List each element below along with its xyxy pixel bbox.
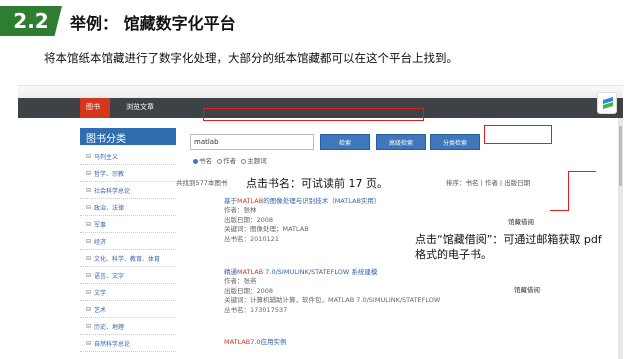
category-item[interactable]: ⊟ 经济	[80, 233, 176, 250]
library-borrow-link[interactable]: 馆藏借阅	[514, 284, 540, 294]
book-id: 丛书名：173017537	[224, 305, 288, 314]
bullet-icon: ⊟	[86, 186, 92, 194]
browser-top-strip	[18, 86, 623, 98]
bullet-icon: ⊟	[86, 288, 92, 296]
result-item: MATLAB7.0应用实例	[224, 337, 474, 347]
search-button[interactable]: 检索	[320, 134, 370, 150]
result-item: 精通MATLAB 7.0/SIMULINK/STATEFLOW 系统建模 作者：…	[224, 267, 474, 315]
section-number: 2.2	[0, 6, 62, 36]
highlight-box-title	[203, 108, 424, 121]
logo-icon	[597, 92, 617, 114]
nav-books[interactable]: 图书	[86, 102, 100, 112]
callout-title-preview: 点击书名：可试读前 17 页。	[246, 176, 388, 191]
bullet-icon: ⊟	[86, 237, 92, 245]
section-title: 举例： 馆藏数字化平台	[70, 14, 236, 33]
category-item[interactable]: ⊟ 文学	[80, 284, 176, 301]
bullet-icon: ⊟	[86, 322, 92, 330]
book-author: 作者：张燕	[224, 277, 257, 285]
category-item[interactable]: ⊟ 文化、科学、教育、体育	[80, 250, 176, 267]
intro-text: 将本馆纸本馆藏进行了数字化处理，大部分的纸本馆藏都可以在这个平台上找到。	[44, 51, 458, 65]
book-title-link[interactable]: MATLAB7.0应用实例	[224, 337, 474, 347]
bullet-icon: ⊟	[86, 271, 92, 279]
category-item[interactable]: ⊟ 艺术	[80, 301, 176, 318]
sort-bar[interactable]: 排序：书名 | 作者 | 出版日期	[446, 177, 530, 187]
bullet-icon: ⊟	[86, 254, 92, 262]
search-input[interactable]: matlab	[190, 134, 314, 150]
category-item[interactable]: ⊟ 政治、法律	[80, 199, 176, 216]
category-item[interactable]: ⊟ 语言、文字	[80, 267, 176, 284]
book-date: 出版日期：2008	[224, 286, 274, 295]
callout-borrow-email: 点击“馆藏借阅”：可通过邮箱获取 pdf 格式的电子书。	[415, 232, 610, 262]
bullet-icon: ⊟	[86, 220, 92, 228]
radio-author[interactable]	[217, 158, 223, 164]
slide: 2.2 举例： 馆藏数字化平台 将本馆纸本馆藏进行了数字化处理，大部分的纸本馆藏…	[0, 0, 640, 359]
highlight-box-borrow	[484, 125, 552, 144]
category-item[interactable]: ⊟ 马列主义	[80, 148, 176, 165]
category-item[interactable]: ⊟ 历史、地理	[80, 318, 176, 335]
advanced-search-button[interactable]: 高级检索	[376, 134, 426, 150]
bullet-icon: ⊟	[86, 305, 92, 313]
book-title-link[interactable]: 精通MATLAB 7.0/SIMULINK/STATEFLOW 系统建模	[224, 267, 474, 277]
category-item[interactable]: ⊟ 哲学、宗教	[80, 165, 176, 182]
category-item[interactable]: ⊟ 社会科学总论	[80, 182, 176, 199]
scrollbar-thumb[interactable]	[619, 126, 622, 186]
bullet-icon: ⊟	[86, 169, 92, 177]
bullet-icon: ⊟	[86, 203, 92, 211]
book-title-link[interactable]: 基于MATLAB的图像处理与识别技术（MATLAB实用）	[224, 196, 474, 206]
connector-line	[568, 171, 570, 211]
category-item[interactable]: ⊟ 军事	[80, 216, 176, 233]
book-date: 出版日期：2008	[224, 215, 274, 224]
nav-browse-articles[interactable]: 浏览文章	[126, 102, 154, 112]
library-borrow-link[interactable]: 馆藏借阅	[508, 216, 534, 226]
connector-line	[568, 171, 596, 173]
connector-line	[550, 210, 569, 212]
bullet-icon: ⊟	[86, 339, 92, 347]
book-author: 作者：张林	[224, 206, 257, 214]
category-list: ⊟ 马列主义 ⊟ 哲学、宗教 ⊟ 社会科学总论 ⊟ 政治、法律 ⊟ 军事 ⊟ 经济 ⊟ 文化、…	[80, 148, 176, 352]
bullet-icon: ⊟	[86, 152, 92, 160]
result-count: 共找到577本图书	[176, 179, 228, 187]
book-keywords: 关键词：计算机辅助计算，软件包，MATLAB 7.0/SIMULINK/STAT…	[224, 296, 441, 304]
sidebar-title: 图书分类	[86, 134, 126, 145]
radio-title[interactable]	[193, 158, 198, 164]
search-field-radios: 书名 作者 主题词	[190, 155, 267, 165]
category-search-button[interactable]: 分类检索	[430, 134, 480, 150]
radio-subject[interactable]	[241, 158, 247, 164]
category-item[interactable]: ⊟ 自然科学总论	[80, 335, 176, 352]
